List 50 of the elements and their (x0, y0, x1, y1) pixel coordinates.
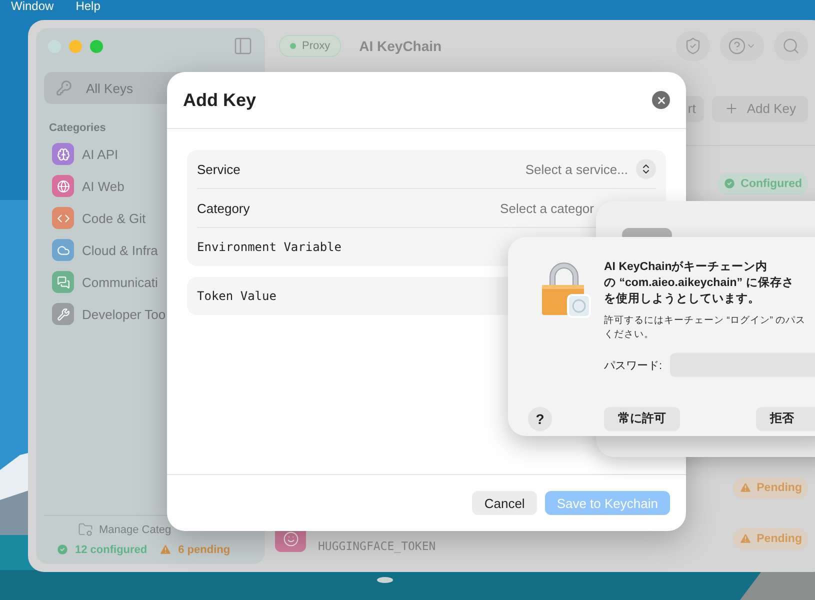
field-label: Token Value (197, 289, 276, 303)
menu-item[interactable]: Help (76, 0, 100, 13)
cancel-button[interactable]: Cancel (472, 491, 537, 515)
close-icon (656, 94, 666, 106)
plus-icon (724, 101, 739, 116)
app-title: AI KeyChain (359, 38, 442, 54)
help-icon (728, 37, 746, 55)
menu-item[interactable]: Window (11, 0, 54, 13)
add-key-button[interactable]: Add Key (712, 96, 808, 122)
field-label: Service (197, 162, 240, 176)
select-field[interactable]: Select a categor (500, 200, 594, 216)
select-field[interactable]: Select a service... (525, 159, 656, 179)
category-label: Communicati (82, 274, 158, 290)
category-label: Developer Too (82, 306, 166, 322)
warning-icon (159, 543, 172, 556)
status-badge: Pending (732, 528, 808, 550)
manage-categories-link[interactable]: Manage Categ (99, 524, 172, 536)
stepper-icon (636, 159, 656, 179)
check-icon (56, 543, 69, 556)
sidebar-toggle-icon[interactable] (233, 36, 253, 56)
category-label: AI API (82, 146, 118, 162)
folder-gear-icon (78, 522, 93, 537)
close-button[interactable] (652, 91, 670, 109)
category-label: Cloud & Infra (82, 242, 158, 258)
always-allow-button[interactable]: 常に許可 (604, 406, 680, 431)
shield-button[interactable] (676, 31, 710, 61)
field-label: Category (197, 200, 250, 216)
password-label: パスワード: (604, 358, 662, 372)
category-label: Code & Git (82, 210, 146, 226)
status-badge: Configured (716, 172, 808, 194)
pending-count: 6 pending (178, 544, 230, 556)
sidebar-item-label: All Keys (86, 80, 133, 96)
configured-count: 12 configured (75, 544, 148, 556)
status-badge: Pending (732, 476, 808, 498)
field-label: Environment Variable (197, 240, 342, 254)
key-icon (56, 80, 72, 96)
category-label: AI Web (82, 178, 124, 194)
help-button[interactable]: ? (528, 406, 552, 431)
search-button[interactable] (774, 31, 808, 61)
section-title: Categories (49, 122, 107, 134)
shield-icon (684, 37, 702, 55)
proxy-toggle[interactable]: Proxy (279, 35, 342, 57)
search-icon (782, 37, 800, 55)
env-variable: HUGGINGFACE_TOKEN (318, 538, 436, 552)
dialog-hint: 許可するにはキーチェーン “ログイン” のパス ください。 (604, 314, 807, 342)
deny-button[interactable]: 拒否 (756, 406, 815, 431)
dialog-message: AI KeyChainがキーチェーン内 の “com.aieo.aikeychain” に保存さ を使用しようとしています。 (604, 259, 795, 307)
help-menu-button[interactable] (720, 31, 764, 61)
zoom-window-button[interactable] (90, 40, 103, 52)
minimize-window-button[interactable] (69, 40, 82, 52)
